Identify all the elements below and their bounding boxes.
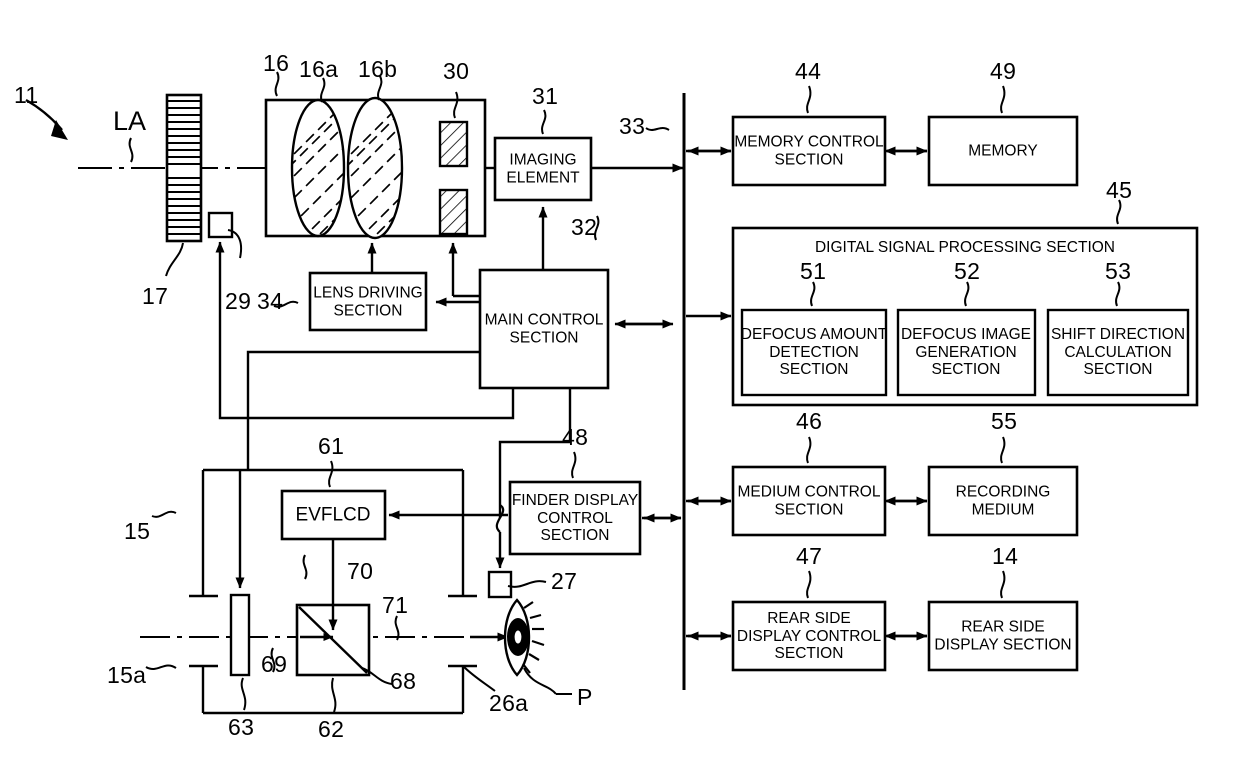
imaging-element-line2: ELEMENT xyxy=(506,169,580,186)
label-P: P xyxy=(577,684,593,710)
rear-display-section-line1: REAR SIDE xyxy=(961,618,1045,636)
ref-17: 17 xyxy=(142,283,169,309)
lens-driving-label: LENS DRIVING SECTION xyxy=(313,285,422,320)
memory-control-label: MEMORY CONTROL SECTION xyxy=(734,134,883,169)
eye-glyph xyxy=(503,598,572,695)
defocus-image-line3: SECTION xyxy=(931,360,1001,378)
medium-control-line1: MEDIUM CONTROL xyxy=(737,483,881,501)
medium-control-label: MEDIUM CONTROL SECTION xyxy=(738,484,881,519)
rear-display-section-label: REAR SIDE DISPLAY SECTION xyxy=(934,619,1071,654)
ref-48: 48 xyxy=(562,424,589,450)
ref-15: 15 xyxy=(124,518,151,544)
rear-display-section-line2: DISPLAY SECTION xyxy=(934,636,1072,653)
figure-canvas: 11 LA 17 29 16 16a 16b 30 31 32 33 34 44… xyxy=(0,0,1240,778)
recording-medium-line1: RECORDING xyxy=(955,483,1051,501)
sensor-29-box xyxy=(207,211,234,239)
finder-display-line2: CONTROL xyxy=(537,509,613,527)
ref-68: 68 xyxy=(390,668,417,694)
memory-control-line2: SECTION xyxy=(774,151,844,168)
ref-63: 63 xyxy=(228,714,255,740)
eyepiece-optics-63 xyxy=(229,593,251,677)
ref-51: 51 xyxy=(800,258,827,284)
defocus-image-label: DEFOCUS IMAGE GENERATION SECTION xyxy=(901,326,1031,379)
ref-55: 55 xyxy=(991,408,1018,434)
evf-lcd-label: EVFLCD xyxy=(295,504,371,526)
defocus-amount-line3: SECTION xyxy=(779,360,849,378)
ref-69: 69 xyxy=(261,651,288,677)
recording-medium-line2: MEDIUM xyxy=(971,501,1035,518)
shift-direction-line1: SHIFT DIRECTION xyxy=(1050,325,1186,343)
ref-16a: 16a xyxy=(299,56,339,82)
defocus-image-line1: DEFOCUS IMAGE xyxy=(900,325,1032,343)
memory-label: MEMORY xyxy=(968,142,1038,160)
aperture-blade-lower xyxy=(438,188,469,236)
ref-70: 70 xyxy=(347,558,374,584)
finder-display-control-label: FINDER DISPLAY CONTROL SECTION xyxy=(512,492,638,545)
ref-33: 33 xyxy=(619,113,646,139)
ref-47: 47 xyxy=(796,543,823,569)
defocus-amount-line1: DEFOCUS AMOUNT xyxy=(740,325,888,343)
medium-control-line2: SECTION xyxy=(774,501,844,518)
imaging-element-label: IMAGING ELEMENT xyxy=(506,152,579,187)
defocus-amount-label: DEFOCUS AMOUNT DETECTION SECTION xyxy=(741,326,887,379)
ref-31: 31 xyxy=(532,83,559,109)
rear-display-control-line1: REAR SIDE xyxy=(767,609,851,627)
finder-display-line3: SECTION xyxy=(540,526,610,544)
shift-direction-label: SHIFT DIRECTION CALCULATION SECTION xyxy=(1051,326,1185,379)
label-LA: LA xyxy=(113,106,147,136)
ref-29: 29 xyxy=(225,288,252,314)
rear-display-control-line2: DISPLAY CONTROL xyxy=(736,627,882,645)
ref-52: 52 xyxy=(954,258,981,284)
ref-44: 44 xyxy=(795,58,822,84)
finder-sensor-27-box xyxy=(487,570,513,599)
aperture-blade-upper xyxy=(438,120,469,168)
main-control-line2: SECTION xyxy=(509,329,579,346)
lens-driving-line1: LENS DRIVING xyxy=(313,284,423,302)
ref-34: 34 xyxy=(257,288,284,314)
defocus-amount-line2: DETECTION xyxy=(769,343,859,361)
defocus-image-line2: GENERATION xyxy=(915,343,1017,361)
ref-49: 49 xyxy=(990,58,1017,84)
ref-26a: 26a xyxy=(489,690,529,716)
ref-16: 16 xyxy=(263,50,290,76)
rear-display-control-line3: SECTION xyxy=(774,644,844,662)
ref-53: 53 xyxy=(1105,258,1132,284)
main-control-line1: MAIN CONTROL xyxy=(484,311,604,329)
ref-32: 32 xyxy=(571,214,598,240)
shift-direction-line2: CALCULATION xyxy=(1064,343,1172,361)
ref-11: 11 xyxy=(14,82,39,108)
shift-direction-line3: SECTION xyxy=(1083,360,1153,378)
ref-61: 61 xyxy=(318,433,345,459)
lens-driving-line2: SECTION xyxy=(333,302,403,319)
imaging-element-line1: IMAGING xyxy=(509,151,577,169)
ref-16b: 16b xyxy=(358,56,398,82)
recording-medium-label: RECORDING MEDIUM xyxy=(956,484,1051,519)
ref-62: 62 xyxy=(318,716,345,742)
ref-15a: 15a xyxy=(107,662,147,688)
memory-control-line1: MEMORY CONTROL xyxy=(734,133,884,151)
rear-display-control-label: REAR SIDE DISPLAY CONTROL SECTION xyxy=(737,610,881,663)
main-control-label: MAIN CONTROL SECTION xyxy=(485,312,604,347)
ref-14: 14 xyxy=(992,543,1019,569)
ref-30: 30 xyxy=(443,58,470,84)
ref-71: 71 xyxy=(382,592,409,618)
dsp-title-label: DIGITAL SIGNAL PROCESSING SECTION xyxy=(814,239,1116,256)
finder-display-line1: FINDER DISPLAY xyxy=(511,491,639,509)
ref-46: 46 xyxy=(796,408,823,434)
ref-27: 27 xyxy=(551,568,578,594)
ref-45: 45 xyxy=(1106,177,1133,203)
